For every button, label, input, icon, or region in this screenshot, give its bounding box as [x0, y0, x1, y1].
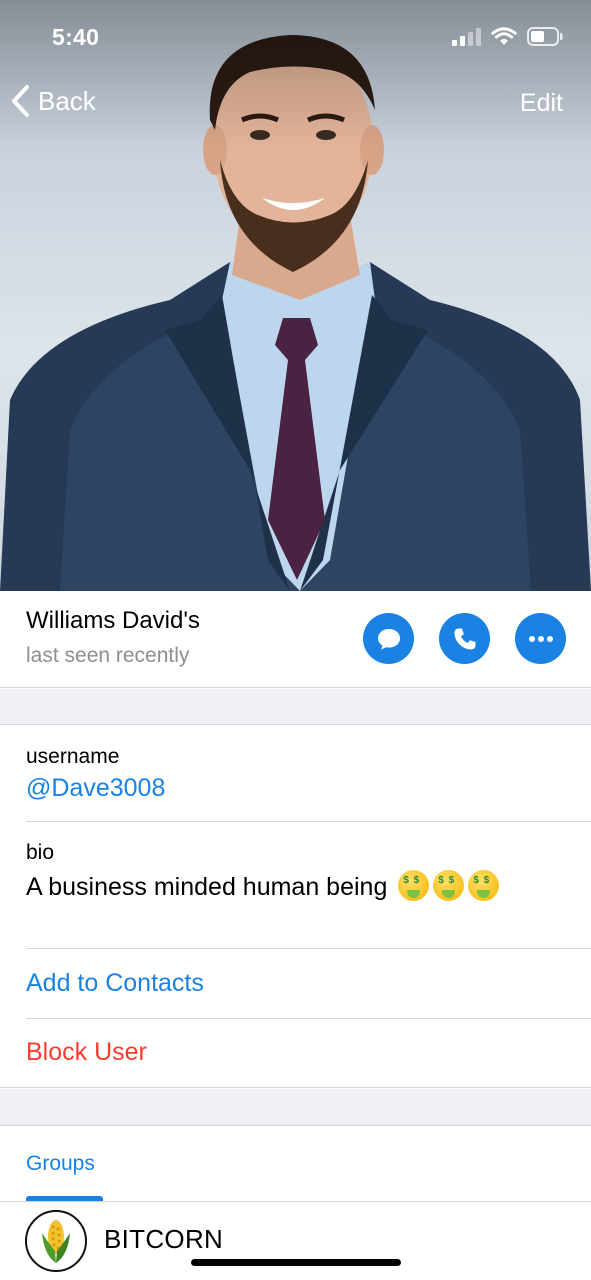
back-button[interactable]: Back [10, 84, 96, 118]
battery-icon [527, 27, 563, 46]
divider [26, 1018, 591, 1019]
more-icon [528, 635, 553, 642]
wifi-icon [491, 27, 517, 45]
bio-label: bio [26, 841, 55, 864]
groups-section: Groups BITCORN [0, 1125, 591, 1280]
block-user-button[interactable]: Block User [26, 1038, 147, 1067]
divider [26, 821, 591, 822]
group-name: BITCORN [104, 1224, 224, 1254]
message-button[interactable] [363, 613, 414, 664]
profile-photo[interactable]: 5:40 Back Edit [0, 0, 591, 591]
info-section: username @Dave3008 bio A business minded… [0, 724, 591, 1088]
add-to-contacts-button[interactable]: Add to Contacts [26, 969, 204, 998]
status-bar: 5:40 [0, 0, 591, 76]
cellular-signal-icon [452, 27, 481, 46]
call-button[interactable] [439, 613, 490, 664]
back-label: Back [38, 85, 96, 116]
profile-header: Williams David's last seen recently [0, 591, 591, 688]
home-indicator [191, 1259, 401, 1266]
phone-icon [454, 628, 475, 649]
edit-button[interactable]: Edit [520, 89, 563, 118]
money-mouth-face-emoji [398, 870, 430, 901]
username-label: username [26, 745, 120, 768]
group-item[interactable]: BITCORN [0, 1202, 591, 1280]
bio-text: A business minded human being [26, 873, 388, 901]
group-avatar [25, 1210, 87, 1272]
chevron-left-icon [12, 85, 29, 117]
tab-groups[interactable]: Groups [26, 1152, 95, 1176]
profile-actions [363, 613, 566, 664]
profile-name: Williams David's [26, 607, 200, 634]
corn-icon [42, 1220, 70, 1263]
divider [26, 948, 591, 949]
last-seen-status: last seen recently [26, 644, 190, 667]
username-value[interactable]: @Dave3008 [26, 774, 165, 803]
status-icons [452, 27, 563, 46]
bio-value: A business minded human being [26, 870, 500, 902]
message-icon [377, 628, 400, 650]
money-mouth-face-emoji [468, 870, 500, 901]
money-mouth-face-emoji [433, 870, 465, 901]
more-button[interactable] [515, 613, 566, 664]
status-time: 5:40 [52, 24, 100, 50]
section-spacer [0, 689, 591, 724]
section-spacer [0, 1089, 591, 1125]
